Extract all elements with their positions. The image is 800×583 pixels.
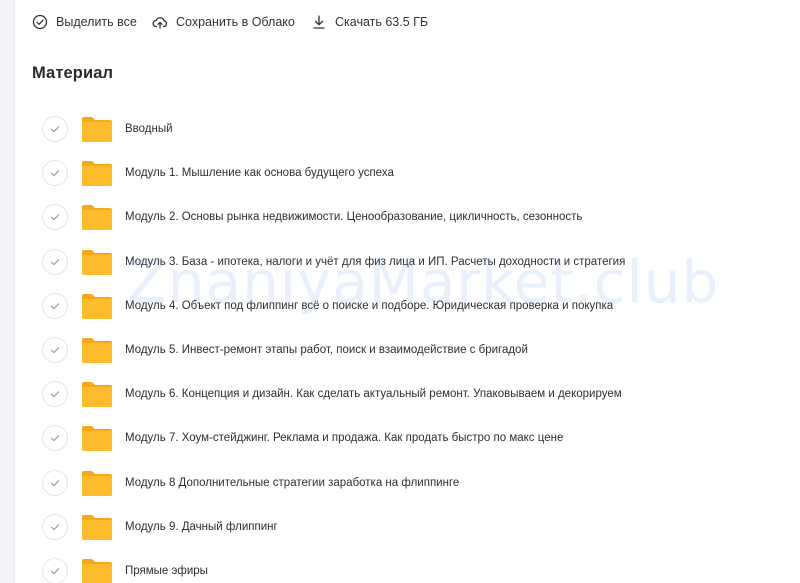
folder-icon: [81, 248, 113, 276]
folder-name[interactable]: Модуль 7. Хоум-стейджинг. Реклама и прод…: [125, 416, 563, 460]
file-panel: Выделить все Сохранить в Облако Скачать …: [14, 0, 800, 583]
folder-icon: [81, 292, 113, 320]
list-item[interactable]: Модуль 1. Мышление как основа будущего у…: [15, 151, 800, 195]
checkmark-icon: [50, 435, 60, 442]
folder-name[interactable]: Модуль 9. Дачный флиппинг: [125, 505, 278, 549]
list-item[interactable]: Модуль 2. Основы рынка недвижимости. Цен…: [15, 195, 800, 239]
folder-name[interactable]: Прямые эфиры: [125, 549, 208, 583]
checkmark-icon: [50, 302, 60, 309]
cloud-upload-icon: [152, 17, 167, 29]
checkmark-icon: [50, 391, 60, 398]
folder-name[interactable]: Модуль 1. Мышление как основа будущего у…: [125, 151, 394, 195]
folder-icon: [81, 336, 113, 364]
toolbar: Выделить все Сохранить в Облако Скачать …: [15, 0, 800, 44]
folder-name[interactable]: Модуль 5. Инвест-ремонт этапы работ, пои…: [125, 328, 528, 372]
select-checkbox[interactable]: [42, 292, 68, 319]
select-checkbox[interactable]: [42, 160, 68, 187]
select-checkbox[interactable]: [42, 381, 68, 408]
download-label: Скачать 63.5 ГБ: [335, 15, 429, 29]
folder-icon: [81, 159, 113, 187]
select-checkbox[interactable]: [42, 204, 68, 231]
folder-icon: [81, 115, 113, 143]
folder-name[interactable]: Модуль 3. База - ипотека, налоги и учёт …: [125, 240, 625, 284]
list-item[interactable]: Модуль 3. База - ипотека, налоги и учёт …: [15, 240, 800, 284]
folder-icon: [81, 424, 113, 452]
select-checkbox[interactable]: [42, 513, 68, 540]
folder-icon: [81, 513, 113, 541]
checkmark-icon: [50, 568, 60, 575]
checkmark-icon: [50, 214, 60, 221]
list-item[interactable]: Прямые эфиры: [15, 549, 800, 583]
folder-icon: [81, 203, 113, 231]
list-item[interactable]: Модуль 7. Хоум-стейджинг. Реклама и прод…: [15, 416, 800, 460]
check-circle-icon: [32, 14, 48, 30]
list-item[interactable]: Модуль 5. Инвест-ремонт этапы работ, пои…: [15, 328, 800, 372]
checkmark-icon: [50, 523, 60, 530]
select-checkbox[interactable]: [42, 116, 68, 142]
folder-icon: [81, 380, 113, 408]
folder-name[interactable]: Модуль 2. Основы рынка недвижимости. Цен…: [125, 195, 582, 239]
select-checkbox[interactable]: [42, 425, 68, 452]
list-item[interactable]: Модуль 8 Дополнительные стратегии зарабо…: [15, 461, 800, 505]
folder-name[interactable]: Модуль 8 Дополнительные стратегии зарабо…: [125, 461, 459, 505]
select-checkbox[interactable]: [42, 557, 68, 583]
folder-icon: [81, 469, 113, 497]
save-to-cloud-label: Сохранить в Облако: [176, 15, 295, 29]
list-item[interactable]: Вводный: [15, 107, 800, 151]
select-all-button[interactable]: Выделить все: [32, 12, 137, 32]
save-to-cloud-button[interactable]: Сохранить в Облако: [152, 12, 295, 32]
checkmark-icon: [50, 347, 60, 354]
folder-name[interactable]: Модуль 6. Концепция и дизайн. Как сделат…: [125, 372, 622, 416]
folder-list: Вводный Модуль 1. Мышление как основа буд…: [15, 107, 800, 583]
select-checkbox[interactable]: [42, 469, 68, 496]
select-all-label: Выделить все: [56, 15, 137, 29]
list-item[interactable]: Модуль 6. Концепция и дизайн. Как сделат…: [15, 372, 800, 416]
checkmark-icon: [50, 258, 60, 265]
list-item[interactable]: Модуль 9. Дачный флиппинг: [15, 505, 800, 549]
checkmark-icon: [50, 126, 60, 133]
list-item[interactable]: Модуль 4. Объект под флиппинг всё о поис…: [15, 284, 800, 328]
folder-icon: [81, 557, 113, 583]
section-title: Материал: [32, 64, 114, 82]
checkmark-icon: [50, 170, 60, 177]
folder-name[interactable]: Вводный: [125, 107, 173, 151]
folder-name[interactable]: Модуль 4. Объект под флиппинг всё о поис…: [125, 284, 613, 328]
select-checkbox[interactable]: [42, 248, 68, 275]
download-button[interactable]: Скачать 63.5 ГБ: [311, 12, 428, 32]
select-checkbox[interactable]: [42, 336, 68, 363]
download-icon: [313, 15, 325, 29]
checkmark-icon: [50, 479, 60, 486]
